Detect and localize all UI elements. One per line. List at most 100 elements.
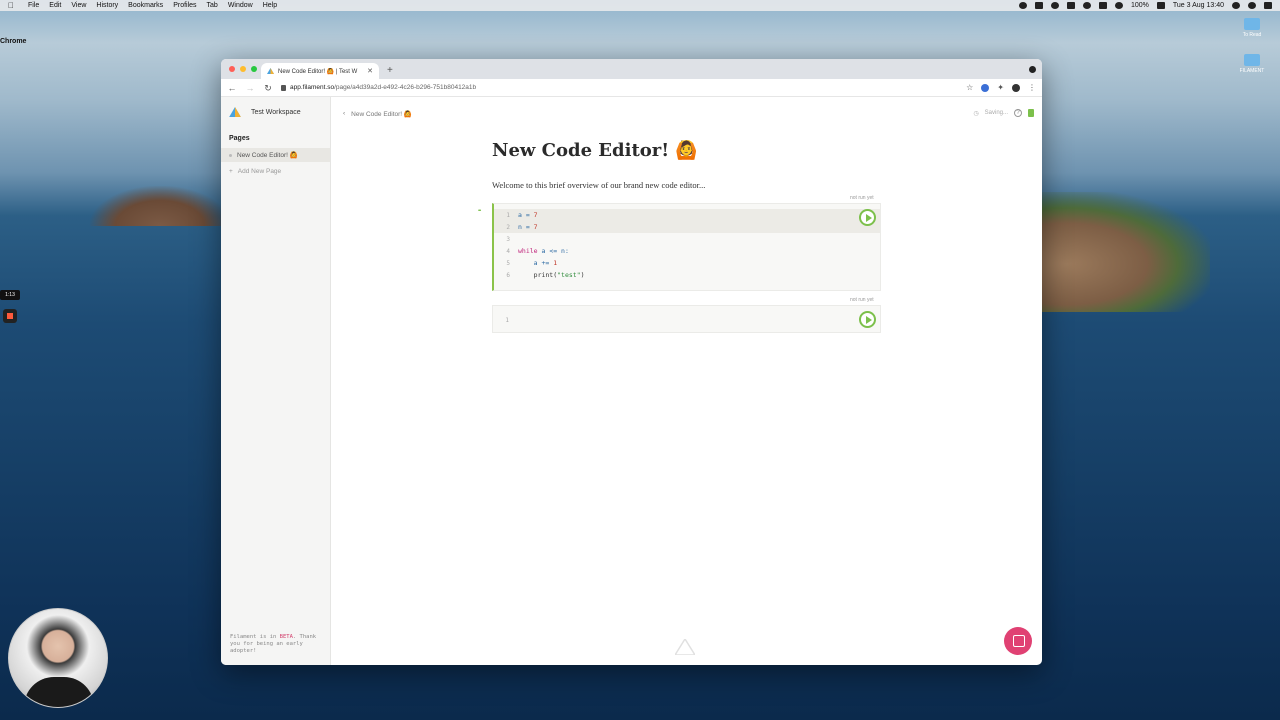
line-number: 6	[506, 271, 510, 279]
mac-menu-bar:  Chrome File Edit View History Bookmark…	[0, 0, 1280, 45]
maximize-window-button[interactable]	[251, 66, 257, 72]
code-text: n = 7	[518, 223, 538, 231]
menu-tab[interactable]: Tab	[207, 2, 218, 9]
code-text: a += 1	[518, 259, 558, 267]
wifi-icon[interactable]	[1114, 2, 1123, 9]
breadcrumb: ‹ New Code Editor! 🙆	[343, 110, 412, 118]
dropbox-icon[interactable]	[1034, 2, 1043, 9]
plus-icon: +	[229, 168, 233, 175]
browser-menu-icon[interactable]: ⋮	[1028, 83, 1036, 92]
breadcrumb-page[interactable]: New Code Editor! 🙆	[351, 110, 412, 118]
new-tab-button[interactable]: +	[387, 65, 393, 76]
sidebar-page-new-code-editor[interactable]: New Code Editor! 🙆	[221, 148, 330, 162]
desktop-folder-label: To Read	[1242, 32, 1262, 38]
close-tab-icon[interactable]: ✕	[367, 67, 373, 75]
chat-support-button[interactable]	[1004, 627, 1032, 655]
code-text: a = 7	[518, 211, 538, 219]
forward-arrow-icon[interactable]: →	[245, 83, 255, 93]
code-rest: a <= n:	[537, 247, 569, 255]
filament-logo-icon	[229, 107, 241, 117]
code-cell-2[interactable]: 1	[492, 305, 881, 333]
close-window-button[interactable]	[229, 66, 235, 72]
desktop-folder-to-read[interactable]: To Read	[1232, 18, 1272, 38]
document-icon[interactable]	[1028, 109, 1034, 117]
beta-word: BETA	[279, 634, 293, 640]
code-line[interactable]: 6 print("test")	[494, 269, 880, 281]
beta-notice-prefix: Filament is in	[230, 634, 280, 640]
filament-favicon-icon	[267, 68, 274, 74]
menubar-status-area: 100% Tue 3 Aug 13:40	[1018, 2, 1272, 9]
line-number: 5	[506, 259, 510, 267]
menu-history[interactable]: History	[96, 2, 118, 9]
cloud-icon[interactable]	[1050, 2, 1059, 9]
code-line[interactable]: 4 while a <= n:	[494, 245, 880, 257]
page-status-area: ◷ Saving... ?	[973, 109, 1034, 117]
line-number: 1	[506, 211, 510, 219]
drag-handle-icon[interactable]: •••	[478, 208, 481, 214]
extensions-puzzle-icon[interactable]: ✦	[997, 83, 1004, 92]
menu-file[interactable]: File	[28, 2, 39, 9]
folder-icon	[1244, 18, 1260, 30]
screen-record-icon[interactable]	[1066, 2, 1075, 9]
battery-icon[interactable]	[1156, 2, 1165, 9]
code-line[interactable]: 3	[494, 233, 880, 245]
desktop-island-right	[1030, 192, 1210, 312]
browser-window: New Code Editor! 🙆 | Test W ✕ + ← → ↻ ap…	[221, 59, 1042, 665]
minimize-window-button[interactable]	[240, 66, 246, 72]
menu-bookmarks[interactable]: Bookmarks	[128, 2, 163, 9]
gear-icon[interactable]	[1018, 2, 1027, 9]
page-content: ‹ New Code Editor! 🙆 ◷ Saving... ? New C…	[331, 97, 1042, 665]
back-arrow-icon[interactable]: ←	[227, 83, 237, 93]
code-line[interactable]: 5 a += 1	[494, 257, 880, 269]
folder-icon	[1244, 54, 1260, 66]
siri-icon[interactable]	[1248, 2, 1256, 9]
recording-timer: 1:13	[0, 290, 20, 300]
line-number: 1	[505, 316, 509, 324]
clock-icon[interactable]	[1082, 2, 1091, 9]
run-cell-play-icon[interactable]	[859, 311, 876, 328]
battery-percent: 100%	[1130, 2, 1149, 9]
apple-icon[interactable]: 	[8, 1, 16, 10]
menu-edit[interactable]: Edit	[49, 2, 61, 9]
sync-clock-icon: ◷	[973, 110, 979, 117]
browser-tab-active[interactable]: New Code Editor! 🙆 | Test W ✕	[261, 63, 379, 79]
code-line[interactable]: 1 a = 7	[494, 209, 880, 221]
chevron-left-icon[interactable]: ‹	[343, 110, 345, 118]
code-line[interactable]: 1	[493, 314, 880, 326]
code-cell-1[interactable]: 1 a = 7 2 n = 7 3 4 while a <= n: 5 a +=…	[492, 203, 881, 291]
menu-view[interactable]: View	[71, 2, 86, 9]
page-title[interactable]: New Code Editor! 🙆	[492, 140, 698, 161]
cell-run-status: not run yet	[850, 297, 874, 303]
menu-window[interactable]: Window	[228, 2, 253, 9]
code-text: while a <= n:	[514, 247, 569, 255]
line-number: 2	[506, 223, 510, 231]
browser-profile-dot-icon[interactable]	[1029, 66, 1036, 73]
code-line[interactable]: 2 n = 7	[494, 221, 880, 233]
reload-icon[interactable]: ↻	[263, 83, 273, 93]
desktop-folder-filament[interactable]: FILAMENT	[1232, 54, 1272, 74]
add-new-page-label: Add New Page	[237, 168, 282, 175]
menu-help[interactable]: Help	[263, 2, 277, 9]
stop-recording-button[interactable]	[3, 309, 17, 323]
tab-title: New Code Editor! 🙆 | Test W	[278, 68, 358, 75]
url-host: app.filament.so	[290, 84, 335, 91]
run-cell-play-icon[interactable]	[859, 209, 876, 226]
profile-avatar-icon[interactable]	[1012, 83, 1020, 92]
menubar-clock[interactable]: Tue 3 Aug 13:40	[1173, 2, 1224, 9]
bookmark-star-icon[interactable]: ☆	[966, 83, 973, 92]
spotlight-search-icon[interactable]	[1232, 2, 1240, 9]
filament-watermark-icon	[675, 639, 695, 655]
workspace-switcher[interactable]: Test Workspace	[221, 97, 330, 127]
filament-app: Test Workspace Pages New Code Editor! 🙆 …	[221, 97, 1042, 665]
menu-profiles[interactable]: Profiles	[173, 2, 196, 9]
address-bar[interactable]: app.filament.so/page/a4d39a2d-e492-4c26-…	[281, 82, 958, 94]
cell-run-status: not run yet	[850, 195, 874, 201]
control-center-icon[interactable]	[1264, 2, 1272, 9]
help-icon[interactable]: ?	[1014, 109, 1022, 117]
lock-icon	[281, 84, 286, 91]
bluetooth-icon[interactable]	[1098, 2, 1107, 9]
browser-toolbar: ← → ↻ app.filament.so/page/a4d39a2d-e492…	[221, 79, 1042, 97]
intro-paragraph[interactable]: Welcome to this brief overview of our br…	[492, 180, 705, 190]
password-manager-icon[interactable]	[981, 83, 990, 92]
add-new-page-button[interactable]: + Add New Page	[221, 162, 330, 181]
